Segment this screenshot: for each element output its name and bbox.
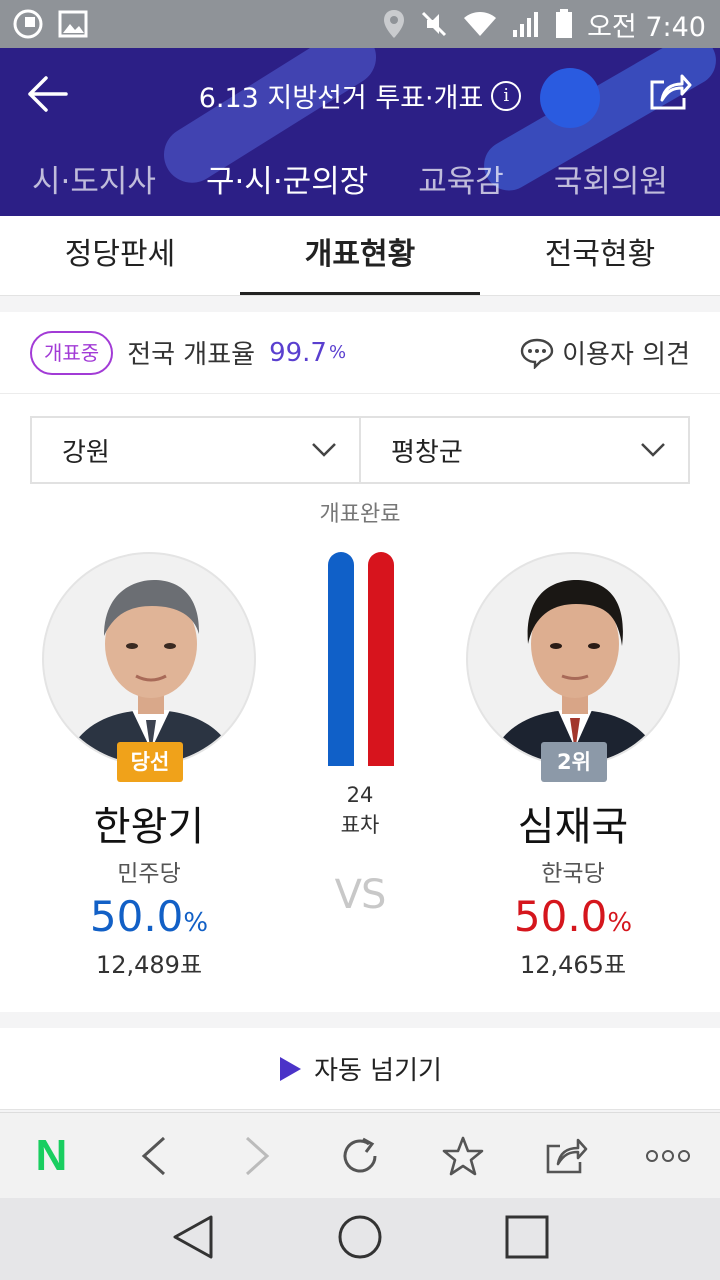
browser-toolbar: N xyxy=(0,1112,720,1198)
user-opinion-button[interactable]: 이용자 의견 xyxy=(520,334,690,371)
percent-unit: % xyxy=(183,908,209,938)
mute-icon xyxy=(419,9,449,39)
chevron-down-icon xyxy=(641,443,665,457)
status-bar: 오전 7:40 xyxy=(0,0,720,48)
vote-share-bars xyxy=(328,552,394,766)
refresh-icon xyxy=(343,1137,377,1172)
candidate-left[interactable]: 당선 한왕기 민주당 50.0% 12,489표 xyxy=(42,552,256,980)
browser-back-button[interactable] xyxy=(124,1126,184,1186)
percent-unit: % xyxy=(607,908,633,938)
image-notification-icon xyxy=(58,10,88,38)
tab-education[interactable]: 교육감 xyxy=(418,156,504,201)
nav-recents-button[interactable] xyxy=(505,1215,549,1263)
margin-label: 표차 xyxy=(340,813,380,837)
rank-badge: 2위 xyxy=(541,742,607,782)
count-rate-row: 개표중 전국 개표율 99.7 % 이용자 의견 xyxy=(0,312,720,394)
province-select[interactable]: 강원 xyxy=(32,418,359,482)
vote-margin: 24 표차 xyxy=(300,780,420,840)
candidate-photo xyxy=(466,552,680,766)
candidate-photo xyxy=(42,552,256,766)
candidate-name: 심재국 xyxy=(517,804,629,850)
tab-assembly[interactable]: 국회의원 xyxy=(554,156,668,201)
system-nav-bar xyxy=(0,1198,720,1280)
region-selectors: 강원 평창군 xyxy=(30,416,690,484)
chevron-right-icon xyxy=(246,1136,270,1175)
sub-tabs: 정당판세 개표현황 전국현황 xyxy=(0,216,720,296)
play-icon xyxy=(280,1056,302,1081)
bookmark-button[interactable] xyxy=(433,1126,493,1186)
circle-home-icon xyxy=(338,1215,382,1259)
wifi-icon xyxy=(463,10,497,38)
winner-badge: 당선 xyxy=(117,742,183,782)
header-title: 6.13 지방선거 투표·개표 i xyxy=(0,76,720,115)
election-type-tabs: 시·도지사 구·시·군의장 교육감 국회의원 xyxy=(0,140,686,216)
browser-share-button[interactable] xyxy=(536,1126,596,1186)
naver-logo-icon: N xyxy=(35,1130,68,1180)
chevron-down-icon xyxy=(312,443,336,457)
share-icon xyxy=(650,74,692,110)
candidate-party: 민주당 xyxy=(117,861,181,887)
clock-text: 오전 7:40 xyxy=(587,11,706,43)
right-vote-bar xyxy=(368,552,394,766)
margin-count: 24 xyxy=(346,783,374,807)
auto-advance-label: 자동 넘기기 xyxy=(314,1056,442,1086)
header-title-text: 6.13 지방선거 투표·개표 xyxy=(198,83,484,114)
more-dots-icon xyxy=(646,1149,691,1162)
browser-reload-button[interactable] xyxy=(330,1126,390,1186)
browser-forward-button[interactable] xyxy=(227,1126,287,1186)
rate-unit: % xyxy=(328,342,347,363)
rate-value: 99.7 xyxy=(269,337,327,368)
rate-label: 전국 개표율 xyxy=(127,340,256,370)
nav-back-button[interactable] xyxy=(171,1214,215,1264)
auto-advance-button[interactable]: 자동 넘기기 xyxy=(0,1028,720,1110)
naver-home-button[interactable]: N xyxy=(21,1126,81,1186)
tab-party-outlook[interactable]: 정당판세 xyxy=(0,216,240,295)
counting-badge: 개표중 xyxy=(30,330,114,375)
location-icon xyxy=(383,9,405,39)
tab-national-status[interactable]: 전국현황 xyxy=(480,216,720,295)
signal-icon xyxy=(511,10,541,38)
triangle-back-icon xyxy=(173,1215,213,1259)
candidate-percent: 50.0% xyxy=(466,892,680,941)
chat-bubble-icon xyxy=(520,338,554,369)
district-value: 평창군 xyxy=(391,437,463,468)
tab-counting-status[interactable]: 개표현황 xyxy=(240,216,480,295)
tab-governor[interactable]: 시·도지사 xyxy=(32,156,156,201)
province-value: 강원 xyxy=(62,437,110,468)
tab-mayor[interactable]: 구·시·군의장 xyxy=(206,156,368,201)
opinion-label: 이용자 의견 xyxy=(562,340,690,370)
left-vote-bar xyxy=(328,552,354,766)
candidate-party: 한국당 xyxy=(541,861,605,887)
chevron-left-icon xyxy=(142,1136,166,1175)
percent-value: 50.0 xyxy=(513,892,608,941)
nav-home-button[interactable] xyxy=(337,1214,383,1264)
more-menu-button[interactable] xyxy=(638,1126,698,1186)
result-card: 개표중 전국 개표율 99.7 % 이용자 의견 강원 평창군 개표완료 당선 … xyxy=(0,312,720,1012)
share-icon xyxy=(546,1138,587,1173)
candidate-name: 한왕기 xyxy=(93,804,205,850)
header-share-button[interactable] xyxy=(648,72,692,112)
percent-value: 50.0 xyxy=(89,892,184,941)
square-recents-icon xyxy=(505,1215,549,1259)
candidate-percent: 50.0% xyxy=(42,892,256,941)
district-select[interactable]: 평창군 xyxy=(359,418,688,482)
star-icon xyxy=(442,1136,484,1175)
app-header: 6.13 지방선거 투표·개표 i 시·도지사 구·시·군의장 교육감 국회의원 xyxy=(0,48,720,216)
candidate-right[interactable]: 2위 심재국 한국당 50.0% 12,465표 xyxy=(466,552,680,980)
count-status: 개표완료 xyxy=(319,502,401,527)
app-notification-icon xyxy=(12,8,44,40)
vs-label: VS xyxy=(334,872,387,918)
info-icon[interactable]: i xyxy=(491,80,522,111)
candidate-votes: 12,465표 xyxy=(519,951,627,979)
candidate-votes: 12,489표 xyxy=(95,951,203,979)
battery-icon xyxy=(555,9,573,39)
